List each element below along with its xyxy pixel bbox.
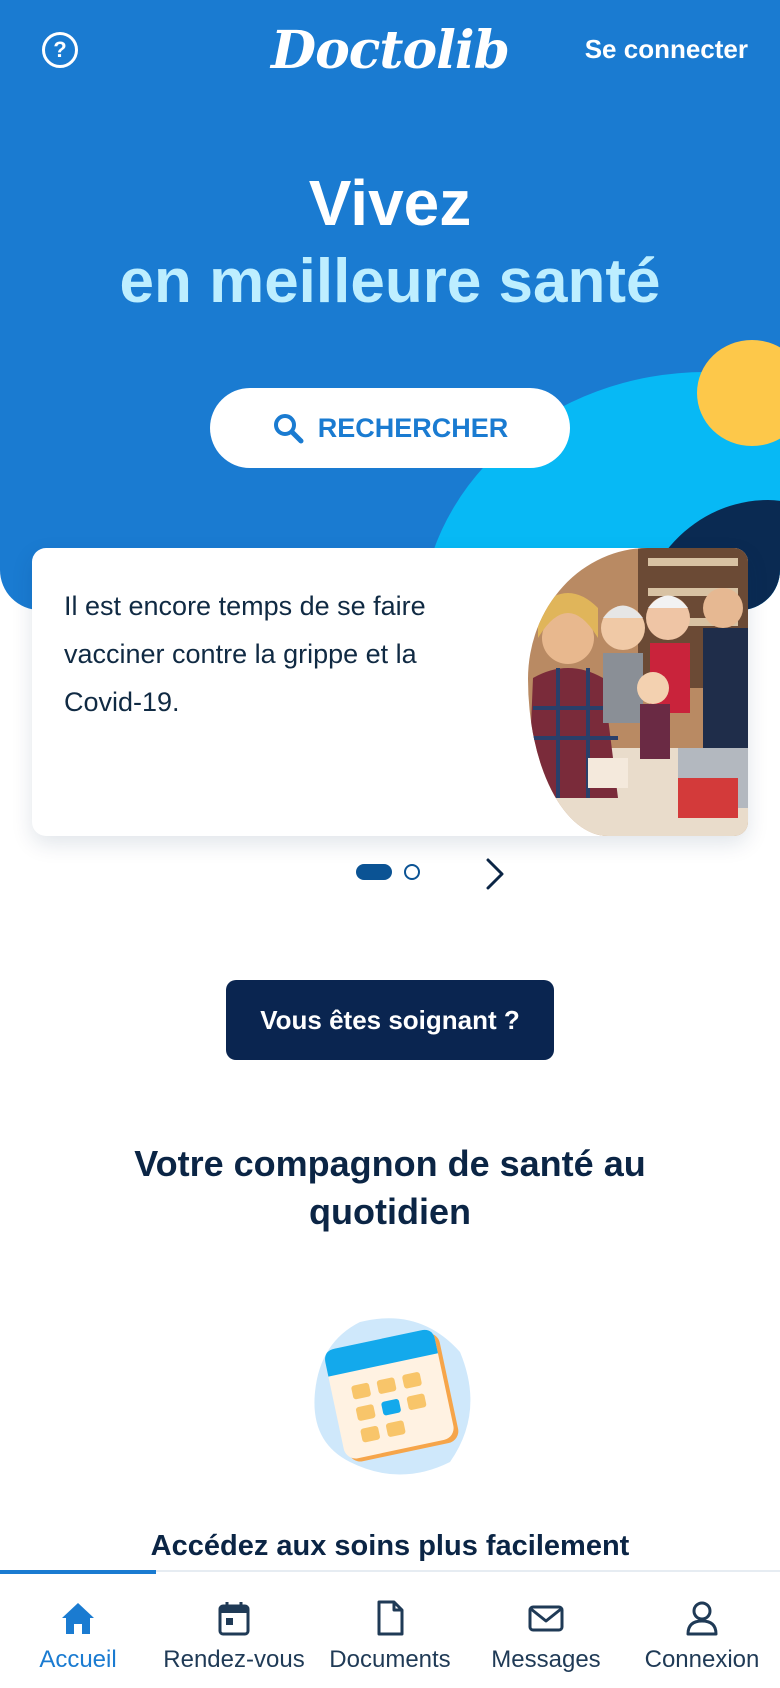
tab-label: Rendez-vous xyxy=(163,1646,305,1673)
user-icon xyxy=(686,1601,718,1636)
hero-title-line2: en meilleure santé xyxy=(119,247,661,316)
healthcare-pro-button[interactable]: Vous êtes soignant ? xyxy=(226,980,554,1060)
family-photo xyxy=(528,548,748,836)
active-tab-indicator xyxy=(0,1570,156,1574)
carousel-dot[interactable] xyxy=(404,864,420,880)
home-icon xyxy=(62,1603,94,1634)
feature-title: Accédez aux soins plus facilement xyxy=(150,1530,630,1562)
mail-icon xyxy=(528,1605,564,1632)
tab-connexion[interactable]: Connexion xyxy=(624,1572,780,1688)
search-button[interactable]: RECHERCHER xyxy=(210,388,570,468)
calendar-illustration-icon xyxy=(314,1318,471,1475)
tab-label: Documents xyxy=(329,1646,451,1673)
tab-messages[interactable]: Messages xyxy=(468,1572,624,1688)
carousel-card[interactable]: Il est encore temps de se faire vacciner… xyxy=(32,548,748,836)
search-icon xyxy=(273,414,304,444)
document-icon xyxy=(377,1600,404,1636)
chevron-right-icon[interactable] xyxy=(484,856,508,892)
tab-label: Accueil xyxy=(39,1646,117,1673)
tab-accueil[interactable]: Accueil xyxy=(0,1572,156,1688)
login-link[interactable]: Se connecter xyxy=(585,34,748,65)
tab-rendez-vous[interactable]: Rendez-vous xyxy=(156,1572,312,1688)
tab-documents[interactable]: Documents xyxy=(312,1572,468,1688)
tab-label: Messages xyxy=(491,1646,601,1673)
hero-title-line1: Vivez xyxy=(308,167,472,239)
carousel-card-text: Il est encore temps de se faire vacciner… xyxy=(64,591,426,717)
bottom-tab-bar: Accueil Rendez-vous Documents Messages C… xyxy=(0,1570,780,1688)
search-button-label: RECHERCHER xyxy=(317,412,509,443)
section-title: Votre compagnon de santé au quotidien xyxy=(134,1143,646,1232)
carousel-pagination xyxy=(356,864,420,880)
hero-banner: ? Doctolib Se connecter Vivez en meilleu… xyxy=(0,0,780,610)
tab-label: Connexion xyxy=(644,1646,760,1673)
carousel-dot-active[interactable] xyxy=(356,864,392,880)
calendar-icon xyxy=(218,1602,250,1636)
